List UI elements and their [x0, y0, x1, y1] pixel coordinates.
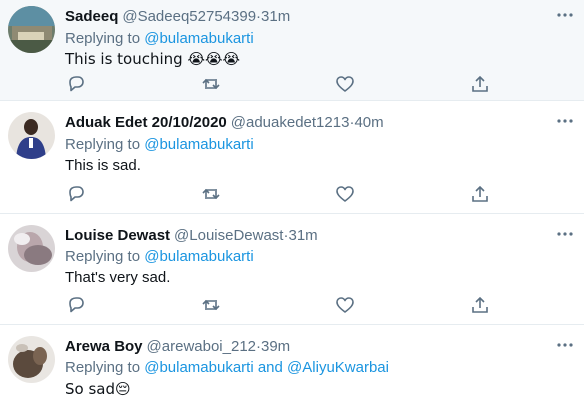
author-name[interactable]: Louise Dewast [65, 227, 170, 244]
timestamp[interactable]: 40m [354, 114, 383, 131]
replying-to: Replying to @bulamabukarti and @AliyuKwa… [65, 359, 389, 376]
avatar[interactable] [8, 6, 55, 53]
reply-icon[interactable] [65, 183, 87, 205]
author-name[interactable]: Aduak Edet 20/10/2020 [65, 114, 227, 131]
like-icon[interactable] [334, 183, 356, 205]
retweet-icon[interactable] [200, 183, 222, 205]
tweet-text: This is sad. [65, 157, 141, 174]
tweet-header: Arewa Boy @arewaboi_212 · 39m [65, 336, 290, 356]
author-name[interactable]: Sadeeq [65, 8, 118, 25]
more-options-icon[interactable] [556, 6, 574, 24]
tweet-text: So sad😔 [65, 380, 131, 398]
mention-link[interactable]: @bulamabukarti [144, 359, 253, 376]
timestamp[interactable]: 31m [261, 8, 290, 25]
mention-link[interactable]: @bulamabukarti [144, 136, 253, 153]
like-icon[interactable] [334, 73, 356, 95]
tweet-card[interactable]: Arewa Boy @arewaboi_212 · 39m Replying t… [0, 325, 584, 409]
tweet-actions [65, 73, 525, 95]
replying-to: Replying to @bulamabukarti [65, 136, 254, 153]
author-name[interactable]: Arewa Boy [65, 338, 143, 355]
replying-to-label: Replying to [65, 248, 145, 265]
more-options-icon[interactable] [556, 112, 574, 130]
more-options-icon[interactable] [556, 225, 574, 243]
reply-icon[interactable] [65, 73, 87, 95]
tweet-header: Louise Dewast @LouiseDewast · 31m [65, 225, 318, 245]
tweet-card[interactable]: Sadeeq @Sadeeq52754399 · 31m Replying to… [0, 0, 584, 101]
more-options-icon[interactable] [556, 336, 574, 354]
tweet-card[interactable]: Louise Dewast @LouiseDewast · 31m Replyi… [0, 214, 584, 325]
author-handle[interactable]: @Sadeeq52754399 [122, 8, 256, 25]
reply-icon[interactable] [65, 294, 87, 316]
share-icon[interactable] [469, 183, 491, 205]
share-icon[interactable] [469, 73, 491, 95]
author-handle[interactable]: @LouiseDewast [174, 227, 283, 244]
replying-to-label: Replying to [65, 359, 145, 376]
mention-link[interactable]: @bulamabukarti [144, 248, 253, 265]
author-handle[interactable]: @aduakedet1213 [231, 114, 350, 131]
retweet-icon[interactable] [200, 294, 222, 316]
avatar[interactable] [8, 112, 55, 159]
replying-to: Replying to @bulamabukarti [65, 248, 254, 265]
mention-link[interactable]: @bulamabukarti [144, 30, 253, 47]
avatar[interactable] [8, 225, 55, 272]
replying-to: Replying to @bulamabukarti [65, 30, 254, 47]
author-handle[interactable]: @arewaboi_212 [147, 338, 256, 355]
tweet-text: That's very sad. [65, 269, 171, 286]
tweet-actions [65, 294, 525, 316]
tweet-actions [65, 183, 525, 205]
tweet-card[interactable]: Aduak Edet 20/10/2020 @aduakedet1213 · 4… [0, 103, 584, 214]
avatar[interactable] [8, 336, 55, 383]
tweet-header: Sadeeq @Sadeeq52754399 · 31m [65, 6, 290, 26]
like-icon[interactable] [334, 294, 356, 316]
replying-to-label: Replying to [65, 136, 145, 153]
replying-to-label: Replying to [65, 30, 145, 47]
share-icon[interactable] [469, 294, 491, 316]
retweet-icon[interactable] [200, 73, 222, 95]
mention-joiner: and [253, 359, 288, 376]
timestamp[interactable]: 31m [288, 227, 317, 244]
tweet-text: This is touching 😭😭😭 [65, 50, 241, 68]
tweet-header: Aduak Edet 20/10/2020 @aduakedet1213 · 4… [65, 112, 384, 132]
timestamp[interactable]: 39m [261, 338, 290, 355]
mention-link[interactable]: @AliyuKwarbai [287, 359, 389, 376]
